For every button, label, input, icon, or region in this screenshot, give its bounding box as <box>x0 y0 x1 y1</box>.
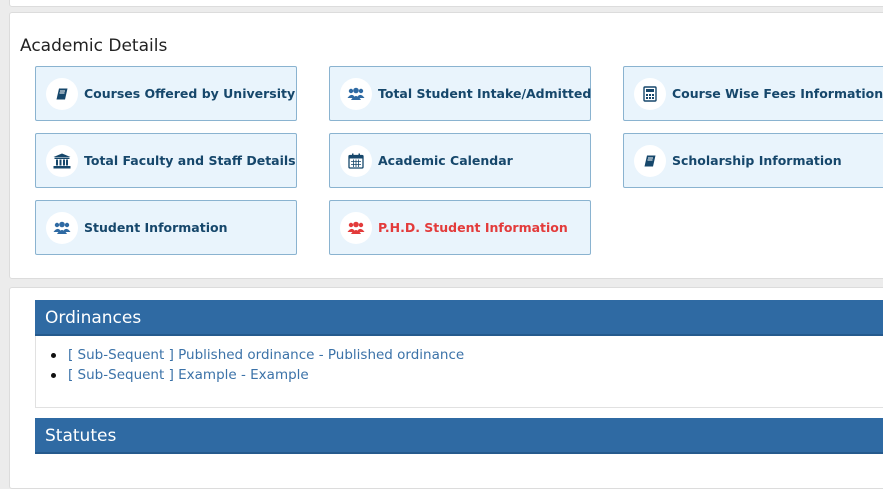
ordinance-link[interactable]: [ Sub-Sequent ] Published ordinance - Pu… <box>68 347 464 363</box>
tile-label: P.H.D. Student Information <box>378 220 568 235</box>
ordinances-body: [ Sub-Sequent ] Published ordinance - Pu… <box>35 336 883 408</box>
tile-label: Academic Calendar <box>378 153 513 168</box>
top-card <box>9 0 883 7</box>
users-icon <box>340 78 372 110</box>
book-icon <box>46 78 78 110</box>
ordinances-header: Ordinances <box>35 300 883 336</box>
academic-details-panel: Academic Details Courses Offered by Univ… <box>9 12 883 279</box>
tile-label: Total Student Intake/Admitted <box>378 86 592 101</box>
list-item: [ Sub-Sequent ] Published ordinance - Pu… <box>50 345 464 365</box>
section-title: Academic Details <box>20 36 168 56</box>
student-information-tile[interactable]: Student Information <box>35 200 297 255</box>
tile-label: Course Wise Fees Information <box>672 86 883 101</box>
academic-calendar-tile[interactable]: Academic Calendar <box>329 133 591 188</box>
tile-label: Total Faculty and Staff Details <box>84 153 296 168</box>
tile-label: Courses Offered by University <box>84 86 296 101</box>
scholarship-tile[interactable]: Scholarship Information <box>623 133 883 188</box>
list-item: [ Sub-Sequent ] Example - Example <box>50 365 464 385</box>
statutes-header: Statutes <box>35 418 883 454</box>
courses-offered-tile[interactable]: Courses Offered by University <box>35 66 297 121</box>
book-icon <box>634 145 666 177</box>
ordinance-link[interactable]: [ Sub-Sequent ] Example - Example <box>68 367 309 383</box>
faculty-staff-tile[interactable]: Total Faculty and Staff Details <box>35 133 297 188</box>
student-intake-tile[interactable]: Total Student Intake/Admitted <box>329 66 591 121</box>
documents-panel: Ordinances [ Sub-Sequent ] Published ord… <box>9 287 883 489</box>
calendar-icon <box>340 145 372 177</box>
tile-label: Student Information <box>84 220 228 235</box>
tile-label: Scholarship Information <box>672 153 842 168</box>
calculator-icon <box>634 78 666 110</box>
ordinances-list: [ Sub-Sequent ] Published ordinance - Pu… <box>50 345 464 385</box>
institution-icon <box>46 145 78 177</box>
users-icon <box>46 212 78 244</box>
course-fees-tile[interactable]: Course Wise Fees Information <box>623 66 883 121</box>
users-icon <box>340 212 372 244</box>
phd-student-information-tile[interactable]: P.H.D. Student Information <box>329 200 591 255</box>
